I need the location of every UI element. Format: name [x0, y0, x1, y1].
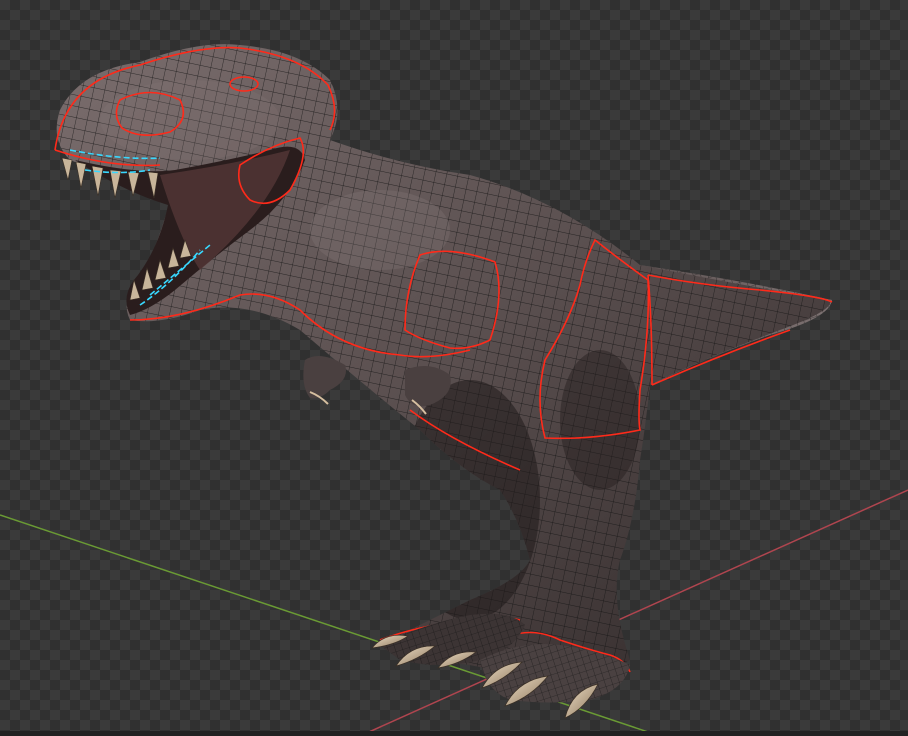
3d-viewport[interactable] — [0, 0, 908, 736]
viewport-scene[interactable] — [0, 0, 908, 736]
axis-x-line — [359, 489, 908, 736]
viewport-bottom-edge — [0, 731, 908, 736]
